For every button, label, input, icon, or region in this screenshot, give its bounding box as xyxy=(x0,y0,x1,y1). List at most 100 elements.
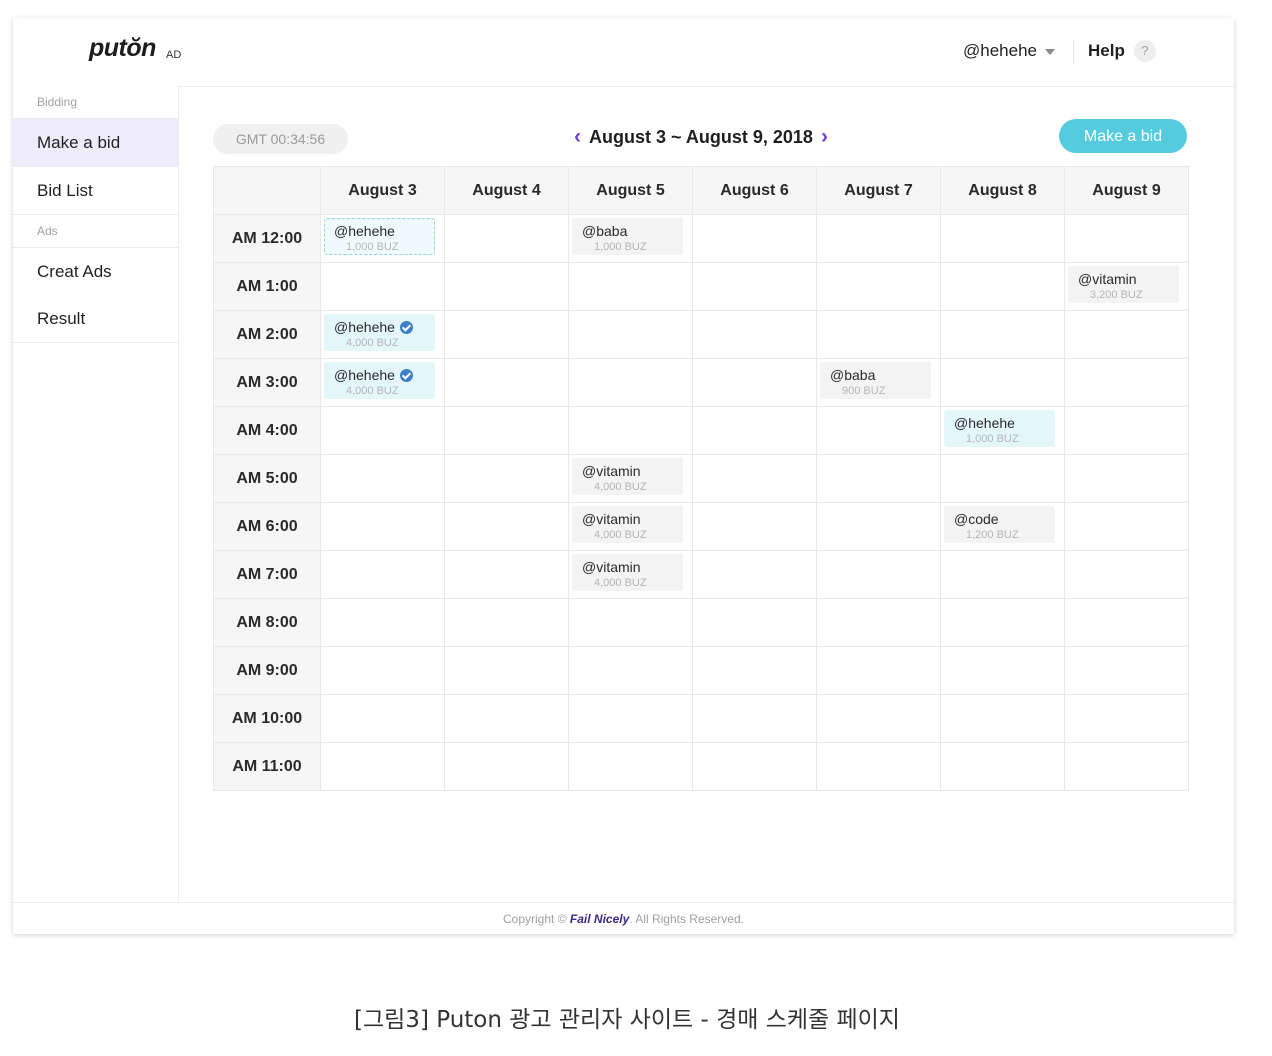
time-slot[interactable] xyxy=(1064,358,1189,407)
time-slot[interactable] xyxy=(568,646,693,695)
bid-chip[interactable]: @vitamin 4,000 BUZ xyxy=(572,554,683,591)
time-slot[interactable] xyxy=(1064,502,1189,551)
time-slot[interactable] xyxy=(444,310,569,359)
time-slot[interactable]: @hehehe 4,000 BUZ xyxy=(320,358,445,407)
bid-chip[interactable]: @hehehe 4,000 BUZ xyxy=(324,362,435,399)
time-slot[interactable] xyxy=(940,214,1065,263)
sidebar-item-make-a-bid[interactable]: Make a bid xyxy=(13,119,178,167)
time-slot[interactable] xyxy=(816,262,941,311)
time-slot[interactable] xyxy=(940,646,1065,695)
time-slot[interactable]: @baba 900 BUZ xyxy=(816,358,941,407)
time-slot[interactable] xyxy=(568,358,693,407)
time-slot[interactable]: @vitamin 4,000 BUZ xyxy=(568,502,693,551)
time-slot[interactable] xyxy=(692,262,817,311)
time-slot[interactable] xyxy=(940,694,1065,743)
bid-chip[interactable]: @vitamin 4,000 BUZ xyxy=(572,458,683,495)
time-slot[interactable] xyxy=(940,262,1065,311)
footer-brand[interactable]: Fail Nicely xyxy=(570,912,629,926)
time-slot[interactable] xyxy=(320,550,445,599)
time-slot[interactable] xyxy=(816,502,941,551)
user-menu[interactable]: @hehehe xyxy=(963,41,1055,61)
time-slot[interactable] xyxy=(568,310,693,359)
time-slot[interactable] xyxy=(692,214,817,263)
time-slot[interactable] xyxy=(692,502,817,551)
bid-chip[interactable]: @hehehe 1,000 BUZ xyxy=(944,410,1055,447)
bid-chip[interactable]: @vitamin 4,000 BUZ xyxy=(572,506,683,543)
time-slot[interactable] xyxy=(320,694,445,743)
time-slot[interactable] xyxy=(816,454,941,503)
time-slot[interactable] xyxy=(692,646,817,695)
time-slot[interactable] xyxy=(1064,598,1189,647)
time-slot[interactable] xyxy=(816,742,941,791)
chevron-left-icon[interactable]: ‹ xyxy=(566,125,589,149)
time-slot[interactable] xyxy=(692,550,817,599)
time-slot[interactable]: @hehehe 4,000 BUZ xyxy=(320,310,445,359)
time-slot[interactable] xyxy=(444,502,569,551)
time-slot[interactable]: @baba 1,000 BUZ xyxy=(568,214,693,263)
time-slot[interactable] xyxy=(1064,742,1189,791)
time-slot[interactable] xyxy=(444,262,569,311)
time-slot[interactable] xyxy=(816,406,941,455)
time-slot[interactable] xyxy=(692,742,817,791)
time-slot[interactable] xyxy=(320,262,445,311)
time-slot[interactable] xyxy=(692,454,817,503)
time-slot[interactable] xyxy=(692,694,817,743)
logo[interactable]: putŏn xyxy=(89,34,156,63)
time-slot[interactable] xyxy=(940,358,1065,407)
bid-chip[interactable]: @hehehe 4,000 BUZ xyxy=(324,314,435,351)
time-slot[interactable] xyxy=(940,742,1065,791)
time-slot[interactable] xyxy=(1064,454,1189,503)
time-slot[interactable] xyxy=(568,598,693,647)
time-slot[interactable] xyxy=(568,406,693,455)
time-slot[interactable] xyxy=(816,646,941,695)
time-slot[interactable] xyxy=(444,742,569,791)
sidebar-item-creat-ads[interactable]: Creat Ads xyxy=(13,248,178,295)
time-slot[interactable]: @vitamin 4,000 BUZ xyxy=(568,550,693,599)
time-slot[interactable] xyxy=(444,358,569,407)
time-slot[interactable] xyxy=(816,694,941,743)
time-slot[interactable] xyxy=(692,406,817,455)
time-slot[interactable]: @hehehe 1,000 BUZ xyxy=(320,214,445,263)
sidebar-item-result[interactable]: Result xyxy=(13,295,178,343)
time-slot[interactable] xyxy=(940,550,1065,599)
time-slot[interactable] xyxy=(568,262,693,311)
time-slot[interactable] xyxy=(444,550,569,599)
bid-chip[interactable]: @hehehe 1,000 BUZ xyxy=(324,218,435,255)
time-slot[interactable] xyxy=(692,310,817,359)
time-slot[interactable] xyxy=(320,646,445,695)
bid-chip[interactable]: @baba 900 BUZ xyxy=(820,362,931,399)
time-slot[interactable] xyxy=(444,646,569,695)
bid-chip[interactable]: @code 1,200 BUZ xyxy=(944,506,1055,543)
time-slot[interactable] xyxy=(692,598,817,647)
time-slot[interactable]: @vitamin 4,000 BUZ xyxy=(568,454,693,503)
time-slot[interactable] xyxy=(320,406,445,455)
time-slot[interactable] xyxy=(444,454,569,503)
bid-chip[interactable]: @vitamin 3,200 BUZ xyxy=(1068,266,1179,303)
time-slot[interactable] xyxy=(816,214,941,263)
time-slot[interactable] xyxy=(1064,214,1189,263)
sidebar-item-bid-list[interactable]: Bid List xyxy=(13,167,178,215)
time-slot[interactable] xyxy=(320,742,445,791)
time-slot[interactable] xyxy=(1064,310,1189,359)
time-slot[interactable] xyxy=(816,550,941,599)
time-slot[interactable]: @hehehe 1,000 BUZ xyxy=(940,406,1065,455)
time-slot[interactable] xyxy=(816,598,941,647)
time-slot[interactable] xyxy=(692,358,817,407)
chevron-right-icon[interactable]: › xyxy=(813,125,836,149)
time-slot[interactable] xyxy=(1064,694,1189,743)
time-slot[interactable] xyxy=(568,694,693,743)
time-slot[interactable] xyxy=(320,598,445,647)
time-slot[interactable] xyxy=(1064,406,1189,455)
time-slot[interactable]: @code 1,200 BUZ xyxy=(940,502,1065,551)
time-slot[interactable] xyxy=(940,598,1065,647)
help-button[interactable]: Help ? xyxy=(1088,40,1156,62)
time-slot[interactable] xyxy=(1064,646,1189,695)
time-slot[interactable] xyxy=(568,742,693,791)
time-slot[interactable] xyxy=(444,406,569,455)
time-slot[interactable] xyxy=(940,454,1065,503)
time-slot[interactable]: @vitamin 3,200 BUZ xyxy=(1064,262,1189,311)
time-slot[interactable] xyxy=(320,502,445,551)
time-slot[interactable] xyxy=(816,310,941,359)
time-slot[interactable] xyxy=(444,694,569,743)
time-slot[interactable] xyxy=(320,454,445,503)
